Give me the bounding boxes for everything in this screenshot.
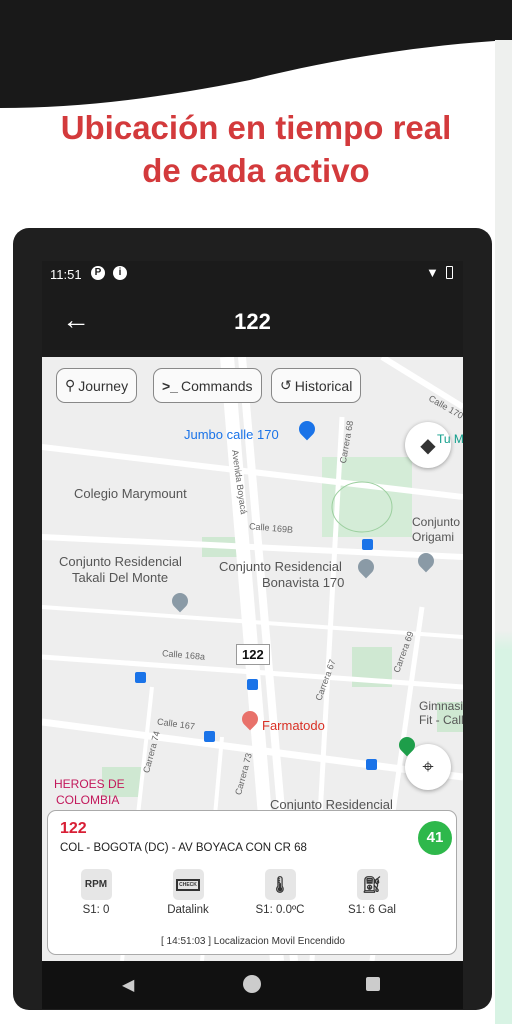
bus-stop-icon	[135, 672, 146, 683]
thermometer-icon: 🌡︎	[264, 869, 296, 900]
nav-recents-button[interactable]	[366, 977, 380, 991]
place-label: HEROES DE	[54, 777, 125, 791]
bus-stop-icon	[362, 539, 373, 550]
commands-button[interactable]: >_ Commands	[153, 368, 262, 403]
sensor-value: Datalink	[167, 904, 209, 916]
rpm-icon: RPM	[80, 869, 112, 900]
app-notification-icon: P	[91, 266, 105, 280]
nav-home-button[interactable]	[243, 975, 261, 993]
wifi-icon: ▼	[426, 265, 439, 280]
chip-label: Commands	[180, 377, 253, 394]
place-label: Conjunto Residencial	[219, 559, 342, 574]
vehicle-marker-label[interactable]: 122	[236, 644, 270, 665]
place-label: Fit - Calle 1	[419, 713, 463, 727]
headline: Ubicación en tiempo real de cada activo	[60, 109, 452, 189]
bus-stop-icon	[366, 759, 377, 770]
place-label: Conjunto Residencial	[59, 554, 182, 569]
chip-label: Historical	[294, 377, 353, 394]
place-label: Takali Del Monte	[72, 570, 169, 585]
app-screen: 11:51 P i ▼ ← 122 ⚲ Journey >_ Commands ↺ H…	[42, 261, 463, 1009]
place-label: Origami	[412, 530, 455, 544]
place-label: Colegio Marymount	[74, 486, 187, 501]
sensor-temperature: 🌡︎ S1: 0.0ºC	[240, 869, 320, 916]
status-bar: 11:51 P i ▼	[42, 261, 463, 287]
last-event: [ 14:51:03 ] Localizacion Movil Encendid…	[160, 936, 345, 947]
sensor-datalink: CHECK Datalink	[148, 869, 228, 916]
chip-label: Journey	[78, 377, 129, 394]
map-view[interactable]: ⚲ Journey >_ Commands ↺ Historical ◆ ⌖ Jumb…	[42, 357, 463, 961]
sensor-fuel: ⛽︎ S1: 6 Gal	[332, 869, 412, 916]
place-label: Conjunto	[412, 515, 461, 529]
battery-icon	[446, 266, 453, 279]
place-label: Bonavista 170	[262, 575, 345, 590]
speed-badge: 41	[418, 821, 452, 855]
route-icon: ⚲	[65, 377, 76, 393]
nav-back-button[interactable]: ◀	[122, 975, 134, 995]
place-label: Gimnasio S	[419, 699, 463, 713]
place-label: Farmatodo	[262, 718, 325, 733]
info-icon: i	[113, 266, 127, 280]
fuel-pump-icon: ⛽︎	[356, 869, 388, 900]
clock: 11:51	[50, 267, 82, 282]
vehicle-address: COL - BOGOTA (DC) - AV BOYACA CON CR 68	[60, 842, 307, 854]
chip-icon: CHECK	[172, 869, 204, 900]
journey-button[interactable]: ⚲ Journey	[56, 368, 138, 403]
sensor-value: S1: 0.0ºC	[255, 904, 305, 916]
place-label: Jumbo calle 170	[184, 427, 279, 442]
terminal-icon: >_	[162, 377, 178, 394]
bus-stop-icon	[204, 731, 215, 742]
vehicle-bus-icon[interactable]	[247, 679, 258, 690]
place-label: COLOMBIA	[56, 793, 120, 807]
page-title: 122	[234, 309, 271, 334]
sensor-rpm: RPM S1: 0	[56, 869, 136, 916]
sensor-value: S1: 6 Gal	[348, 904, 396, 916]
crosshair-icon: ⌖	[422, 755, 434, 778]
app-bar: ← 122	[42, 287, 463, 357]
sensor-value: S1: 0	[82, 904, 110, 916]
system-nav-bar: ◀	[42, 961, 463, 1009]
vehicle-info-card[interactable]: 122 COL - BOGOTA (DC) - AV BOYACA CON CR…	[47, 810, 457, 955]
vehicle-id: 122	[60, 820, 87, 837]
historical-button[interactable]: ↺ Historical	[271, 368, 362, 403]
history-icon: ↺	[280, 377, 292, 393]
header-swoosh	[0, 0, 512, 108]
layers-icon: ◆	[420, 434, 436, 457]
place-label: Tu May	[437, 432, 463, 446]
